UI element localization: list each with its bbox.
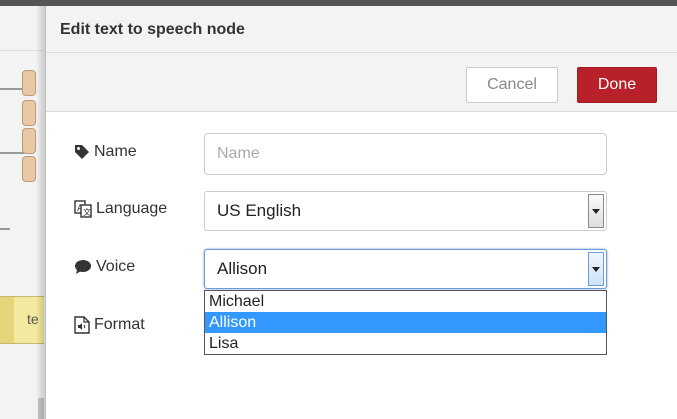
flow-wire [0, 88, 24, 90]
node-port[interactable] [22, 70, 36, 96]
chevron-down-icon [592, 266, 600, 272]
edit-node-tray: Edit text to speech node Cancel Done Nam… [45, 6, 677, 419]
cancel-button[interactable]: Cancel [466, 67, 558, 103]
tray-shadow [36, 6, 45, 419]
language-label-text: Language [96, 200, 168, 217]
name-input[interactable] [217, 135, 594, 173]
tag-icon [74, 144, 90, 160]
tray-title: Edit text to speech node [60, 21, 245, 38]
svg-text:文: 文 [83, 207, 91, 217]
voice-label-text: Voice [96, 258, 136, 275]
name-label: Name [74, 143, 137, 161]
name-label-text: Name [94, 143, 137, 160]
speech-bubble-icon [74, 259, 92, 275]
format-label-text: Format [94, 316, 145, 333]
audio-file-icon [74, 316, 90, 334]
node-icon [0, 297, 14, 343]
language-label: A文 Language [74, 200, 167, 218]
voice-select[interactable]: Allison [204, 249, 607, 289]
node-port[interactable] [22, 156, 36, 182]
language-select[interactable]: US English [204, 191, 607, 231]
name-field[interactable] [204, 133, 607, 175]
format-label: Format [74, 316, 145, 334]
flow-wire [0, 228, 10, 230]
language-dropdown-button[interactable] [588, 194, 604, 228]
node-port[interactable] [22, 128, 36, 154]
flow-wire [0, 152, 24, 154]
tray-toolbar: Cancel Done [46, 53, 677, 112]
chevron-down-icon [592, 208, 600, 214]
language-select-value: US English [217, 201, 302, 220]
voice-select-value: Allison [217, 259, 268, 278]
language-icon: A文 [74, 200, 92, 218]
voice-label: Voice [74, 258, 135, 276]
voice-option[interactable]: Michael [205, 291, 606, 312]
tray-header: Edit text to speech node [46, 6, 677, 53]
voice-option-selected[interactable]: Allison [205, 312, 606, 333]
voice-options-list[interactable]: Michael Allison Lisa [204, 290, 607, 355]
voice-dropdown-button[interactable] [588, 252, 604, 286]
voice-option[interactable]: Lisa [205, 333, 606, 354]
done-button[interactable]: Done [577, 67, 657, 103]
node-port[interactable] [22, 100, 36, 126]
